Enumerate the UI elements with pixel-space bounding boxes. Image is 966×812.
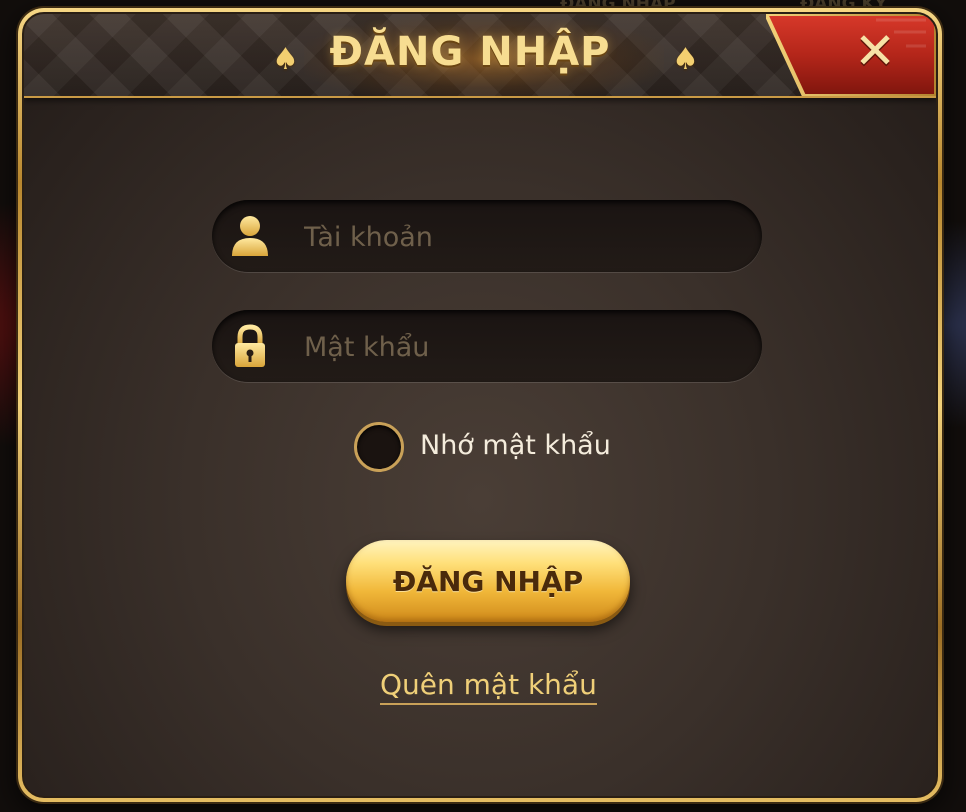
close-icon[interactable]: ✕ bbox=[854, 26, 896, 76]
remember-label: Nhớ mật khẩu bbox=[420, 430, 611, 461]
lock-icon bbox=[235, 324, 265, 367]
dialog-header: ♠ ĐĂNG NHẬP ♠ ✕ bbox=[24, 14, 936, 98]
forgot-password-link[interactable]: Quên mật khẩu bbox=[380, 668, 597, 705]
close-button[interactable]: ✕ bbox=[766, 14, 936, 96]
remember-checkbox[interactable] bbox=[354, 422, 404, 472]
password-input[interactable] bbox=[302, 324, 736, 370]
spade-icon-right: ♠ bbox=[672, 42, 699, 77]
close-tab-shape bbox=[766, 14, 936, 96]
login-button[interactable]: ĐĂNG NHẬP bbox=[346, 540, 630, 622]
username-field[interactable] bbox=[212, 200, 762, 272]
username-input[interactable] bbox=[302, 214, 736, 260]
login-button-label: ĐĂNG NHẬP bbox=[392, 564, 584, 598]
user-icon bbox=[232, 216, 268, 256]
password-field[interactable] bbox=[212, 310, 762, 382]
dialog-body: ♠ ĐĂNG NHẬP ♠ ✕ Tài khoản Nhớ mật khẩu Đ… bbox=[22, 12, 938, 798]
login-dialog: ♠ ĐĂNG NHẬP ♠ ✕ Tài khoản Nhớ mật khẩu Đ… bbox=[18, 8, 942, 802]
